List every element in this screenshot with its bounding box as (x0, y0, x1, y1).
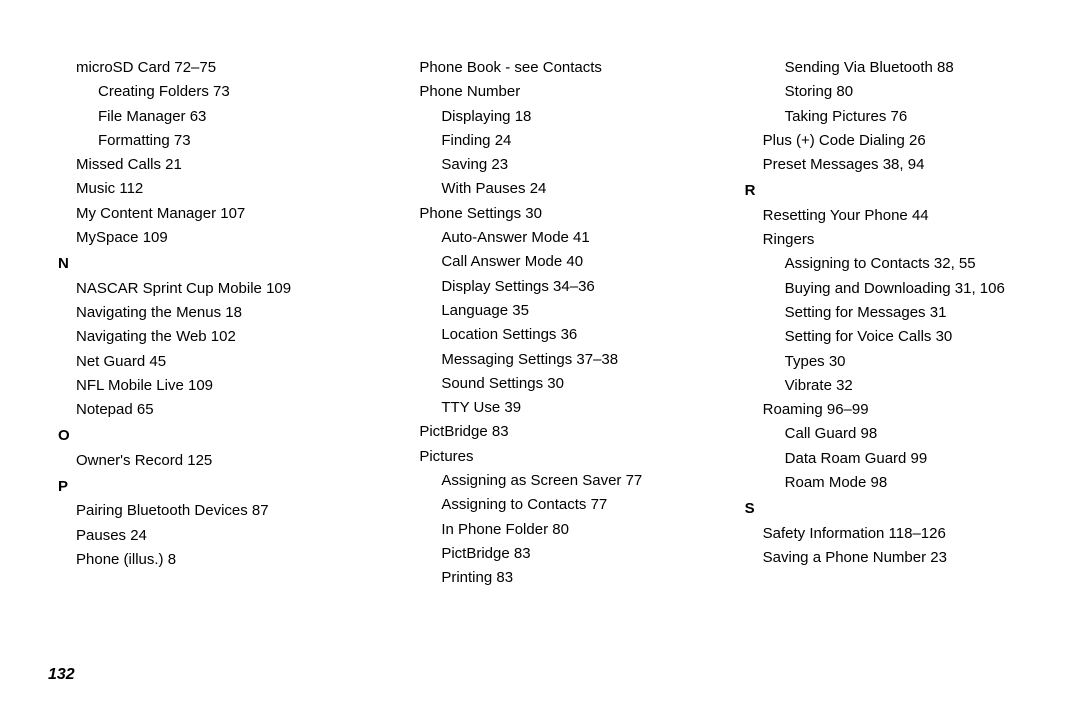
index-subentry: Saving 23 (441, 153, 690, 177)
index-subentry: Sound Settings 30 (441, 372, 690, 396)
index-subentry: Types 30 (785, 350, 1034, 374)
index-entry: Roaming 96–99 (763, 398, 1034, 422)
index-letter-r: R (745, 179, 1034, 203)
index-subentry: Assigning to Contacts 77 (441, 493, 690, 517)
index-entry: Pictures (419, 445, 690, 469)
index-subentry: Buying and Downloading 31, 106 (785, 277, 1034, 301)
index-columns: microSD Card 72–75 Creating Folders 73 F… (46, 56, 1034, 591)
index-subentry: Storing 80 (785, 80, 1034, 104)
index-entry: Phone (illus.) 8 (76, 548, 347, 572)
index-subentry: Taking Pictures 76 (785, 105, 1034, 129)
index-subentry: Sending Via Bluetooth 88 (785, 56, 1034, 80)
index-letter-s: S (745, 497, 1034, 521)
index-entry: NFL Mobile Live 109 (76, 374, 347, 398)
index-entry: Resetting Your Phone 44 (763, 204, 1034, 228)
index-subentry: Messaging Settings 37–38 (441, 348, 690, 372)
index-entry: Net Guard 45 (76, 350, 347, 374)
index-entry: NASCAR Sprint Cup Mobile 109 (76, 277, 347, 301)
index-subentry: Formatting 73 (98, 129, 347, 153)
index-subentry: TTY Use 39 (441, 396, 690, 420)
index-entry: Saving a Phone Number 23 (763, 546, 1034, 570)
index-subentry: Setting for Voice Calls 30 (785, 325, 1034, 349)
index-subentry: Language 35 (441, 299, 690, 323)
index-entry: Phone Number (419, 80, 690, 104)
index-letter-p: P (58, 475, 347, 499)
index-subentry: Display Settings 34–36 (441, 275, 690, 299)
index-entry: Preset Messages 38, 94 (763, 153, 1034, 177)
index-entry: Notepad 65 (76, 398, 347, 422)
index-entry: Music 112 (76, 177, 347, 201)
column-3: Sending Via Bluetooth 88 Storing 80 Taki… (733, 56, 1034, 591)
index-subentry: Creating Folders 73 (98, 80, 347, 104)
index-subentry: Displaying 18 (441, 105, 690, 129)
index-entry: Plus (+) Code Dialing 26 (763, 129, 1034, 153)
index-subentry: Printing 83 (441, 566, 690, 590)
index-subentry: Vibrate 32 (785, 374, 1034, 398)
index-subentry: Finding 24 (441, 129, 690, 153)
index-subentry: Auto-Answer Mode 41 (441, 226, 690, 250)
index-entry: Navigating the Web 102 (76, 325, 347, 349)
index-entry: Ringers (763, 228, 1034, 252)
index-entry: My Content Manager 107 (76, 202, 347, 226)
index-entry: Phone Settings 30 (419, 202, 690, 226)
index-entry: Pauses 24 (76, 524, 347, 548)
index-entry: MySpace 109 (76, 226, 347, 250)
index-subentry: Call Answer Mode 40 (441, 250, 690, 274)
page-number: 132 (48, 662, 75, 688)
index-entry: Pairing Bluetooth Devices 87 (76, 499, 347, 523)
index-subentry: Assigning as Screen Saver 77 (441, 469, 690, 493)
index-subentry: Roam Mode 98 (785, 471, 1034, 495)
index-entry: Owner's Record 125 (76, 449, 347, 473)
index-subentry: File Manager 63 (98, 105, 347, 129)
index-entry: Navigating the Menus 18 (76, 301, 347, 325)
column-1: microSD Card 72–75 Creating Folders 73 F… (46, 56, 347, 591)
index-subentry: Data Roam Guard 99 (785, 447, 1034, 471)
index-subentry: Setting for Messages 31 (785, 301, 1034, 325)
index-entry: Safety Information 118–126 (763, 522, 1034, 546)
index-letter-o: O (58, 424, 347, 448)
index-subentry: Call Guard 98 (785, 422, 1034, 446)
index-subentry: In Phone Folder 80 (441, 518, 690, 542)
index-subentry: Location Settings 36 (441, 323, 690, 347)
index-entry: Phone Book - see Contacts (419, 56, 690, 80)
index-entry: microSD Card 72–75 (76, 56, 347, 80)
index-subentry: With Pauses 24 (441, 177, 690, 201)
index-letter-n: N (58, 252, 347, 276)
index-subentry: Assigning to Contacts 32, 55 (785, 252, 1034, 276)
index-subentry: PictBridge 83 (441, 542, 690, 566)
index-entry: Missed Calls 21 (76, 153, 347, 177)
column-2: Phone Book - see Contacts Phone Number D… (389, 56, 690, 591)
index-entry: PictBridge 83 (419, 420, 690, 444)
